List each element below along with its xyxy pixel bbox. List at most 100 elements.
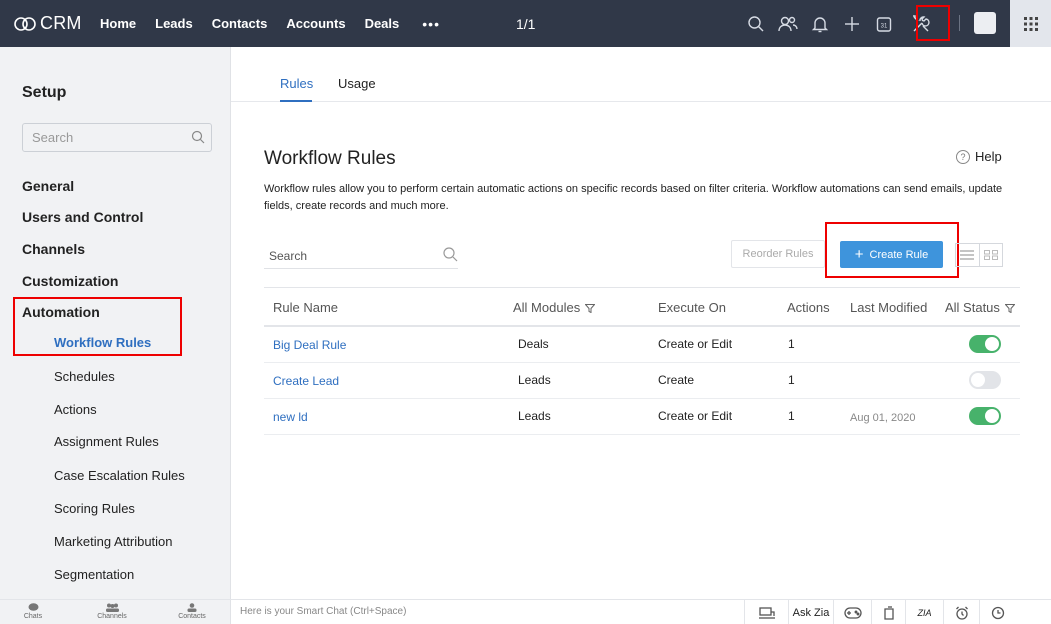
sidebar-cat-channels[interactable]: Channels bbox=[22, 241, 85, 257]
top-icons: 31 bbox=[744, 0, 941, 47]
search-icon[interactable] bbox=[442, 246, 458, 267]
crm-logo[interactable]: CRM bbox=[14, 13, 100, 34]
crm-logo-icon bbox=[14, 16, 36, 31]
apps-grid-button[interactable] bbox=[1010, 0, 1051, 47]
nav-leads[interactable]: Leads bbox=[155, 16, 193, 31]
rule-execute-on: Create or Edit bbox=[658, 409, 733, 423]
smart-chat-input[interactable]: Here is your Smart Chat (Ctrl+Space) bbox=[240, 606, 406, 617]
help-link[interactable]: ? Help bbox=[956, 149, 1002, 164]
reorder-rules-button[interactable]: Reorder Rules bbox=[731, 240, 825, 268]
brand-name: CRM bbox=[40, 13, 82, 33]
refresh-note-icon[interactable] bbox=[871, 600, 905, 624]
table-row: Big Deal Rule Deals Create or Edit 1 bbox=[264, 327, 1020, 363]
nav-home[interactable]: Home bbox=[100, 16, 136, 31]
filter-icon bbox=[585, 304, 596, 314]
nav-accounts[interactable]: Accounts bbox=[286, 16, 345, 31]
search-icon[interactable] bbox=[191, 130, 205, 149]
rule-execute-on: Create or Edit bbox=[658, 337, 733, 351]
contact-icon bbox=[187, 603, 197, 612]
sidebar-cat-general[interactable]: General bbox=[22, 178, 74, 194]
create-rule-highlight bbox=[825, 222, 959, 278]
status-toggle[interactable] bbox=[969, 407, 1001, 425]
table-row: Create Lead Leads Create 1 bbox=[264, 363, 1020, 399]
rule-module: Leads bbox=[518, 409, 551, 423]
rule-name-link[interactable]: new ld bbox=[273, 410, 308, 424]
apps-grid-icon bbox=[1023, 16, 1038, 31]
sidebar-item-assignment-rules[interactable]: Assignment Rules bbox=[54, 434, 159, 449]
sidebar-item-marketing-attribution[interactable]: Marketing Attribution bbox=[54, 534, 173, 549]
sidebar-search-input[interactable] bbox=[32, 130, 182, 145]
col-all-status[interactable]: All Status bbox=[945, 300, 1015, 315]
rules-table-header: Rule Name All Modules Execute On Actions… bbox=[264, 287, 1020, 327]
toggle-knob bbox=[985, 337, 999, 351]
rule-actions-count: 1 bbox=[788, 337, 795, 351]
setup-title: Setup bbox=[22, 84, 67, 101]
table-row: new ld Leads Create or Edit 1 Aug 01, 20… bbox=[264, 399, 1020, 435]
sidebar-item-case-escalation-rules[interactable]: Case Escalation Rules bbox=[54, 468, 185, 483]
sidebar-item-schedules[interactable]: Schedules bbox=[54, 369, 115, 384]
screen-share-icon[interactable] bbox=[744, 600, 788, 624]
zia-label: ZIA bbox=[917, 607, 932, 618]
search-icon[interactable] bbox=[744, 12, 768, 36]
contacts-button[interactable]: Contacts bbox=[172, 603, 212, 620]
rule-execute-on: Create bbox=[658, 373, 695, 387]
chat-icon bbox=[28, 603, 38, 611]
rules-search-input[interactable] bbox=[269, 249, 429, 263]
top-navbar: CRM Home Leads Contacts Accounts Deals •… bbox=[0, 0, 1051, 47]
avatar[interactable] bbox=[974, 12, 996, 34]
calendar-icon[interactable]: 31 bbox=[872, 12, 896, 36]
status-toggle[interactable] bbox=[969, 335, 1001, 353]
channels-button[interactable]: Channels bbox=[92, 603, 132, 620]
nav-deals[interactable]: Deals bbox=[365, 16, 400, 31]
contacts-icon[interactable] bbox=[776, 12, 800, 36]
nav-more-button[interactable]: ••• bbox=[422, 16, 440, 32]
tab-bar: Rules Usage bbox=[231, 47, 1051, 102]
automation-highlight bbox=[13, 297, 182, 356]
sidebar-item-segmentation[interactable]: Segmentation bbox=[54, 567, 134, 582]
contacts-label: Contacts bbox=[178, 613, 206, 620]
col-last-modified: Last Modified bbox=[850, 300, 928, 315]
top-separator bbox=[959, 15, 960, 31]
toggle-knob bbox=[985, 409, 999, 423]
setup-icon-highlight bbox=[916, 5, 950, 41]
main-nav: Home Leads Contacts Accounts Deals ••• bbox=[100, 16, 440, 32]
rule-actions-count: 1 bbox=[788, 409, 795, 423]
sidebar-cat-users-and-control[interactable]: Users and Control bbox=[22, 209, 143, 225]
status-toggle[interactable] bbox=[969, 371, 1001, 389]
rule-last-modified: Aug 01, 2020 bbox=[850, 412, 916, 424]
setup-sidebar: Setup General Users and Control Channels… bbox=[0, 47, 231, 599]
help-icon: ? bbox=[956, 149, 970, 164]
plus-icon[interactable] bbox=[840, 12, 864, 36]
sidebar-item-actions[interactable]: Actions bbox=[54, 402, 97, 417]
rule-name-link[interactable]: Create Lead bbox=[273, 374, 339, 388]
bottom-quick-links: Chats Channels Contacts bbox=[0, 600, 231, 624]
zia-button[interactable]: ZIA bbox=[905, 600, 943, 624]
page-counter: 1/1 bbox=[516, 16, 536, 32]
col-all-modules[interactable]: All Modules bbox=[513, 300, 596, 315]
alarm-icon[interactable] bbox=[943, 600, 979, 624]
active-tab-indicator bbox=[280, 100, 312, 102]
grid-view-icon[interactable] bbox=[978, 244, 1003, 266]
tab-usage[interactable]: Usage bbox=[338, 76, 376, 91]
bottom-tools: Ask Zia ZIA bbox=[744, 600, 1015, 624]
rule-name-link[interactable]: Big Deal Rule bbox=[273, 338, 346, 352]
bell-icon[interactable] bbox=[808, 12, 832, 36]
bottom-bar: Chats Channels Contacts Here is your Sma… bbox=[0, 599, 1051, 624]
ask-zia-button[interactable]: Ask Zia bbox=[788, 600, 833, 624]
history-icon[interactable] bbox=[979, 600, 1015, 624]
tab-rules[interactable]: Rules bbox=[280, 76, 313, 91]
list-view-icon[interactable] bbox=[956, 244, 979, 266]
filter-icon bbox=[1004, 304, 1015, 314]
rule-actions-count: 1 bbox=[788, 373, 795, 387]
chats-button[interactable]: Chats bbox=[13, 603, 53, 620]
rule-module: Deals bbox=[518, 337, 549, 351]
sidebar-item-scoring-rules[interactable]: Scoring Rules bbox=[54, 501, 135, 516]
channels-icon bbox=[105, 603, 119, 612]
channels-label: Channels bbox=[97, 613, 127, 620]
col-actions: Actions bbox=[787, 300, 830, 315]
nav-contacts[interactable]: Contacts bbox=[212, 16, 268, 31]
gamepad-icon[interactable] bbox=[833, 600, 871, 624]
sidebar-cat-customization[interactable]: Customization bbox=[22, 273, 118, 289]
chats-label: Chats bbox=[23, 613, 43, 620]
toggle-knob bbox=[971, 373, 985, 387]
